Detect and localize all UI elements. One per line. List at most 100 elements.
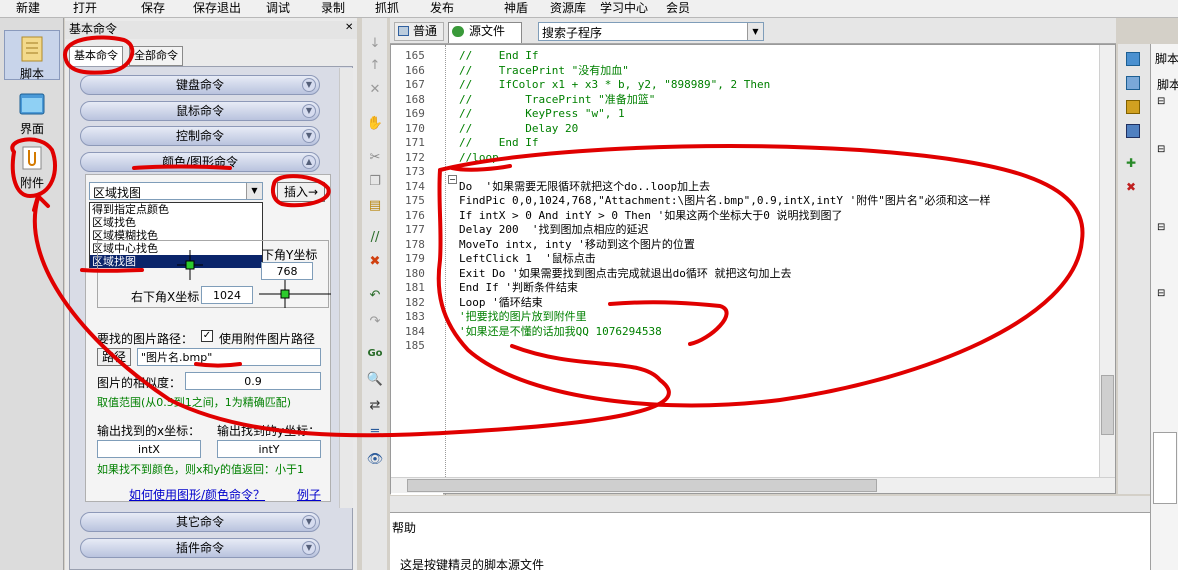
code-line[interactable]: MoveTo intx, inty '移动到这个图片的位置 xyxy=(459,238,695,252)
scrollbar-thumb[interactable] xyxy=(407,479,877,492)
sidebar-item-attachment[interactable]: 附件 xyxy=(4,140,60,190)
find-icon[interactable]: 🔍 xyxy=(366,372,384,388)
code-line[interactable]: // TracePrint "没有加血" xyxy=(459,64,629,78)
fold-toggle-icon[interactable]: − xyxy=(448,175,457,184)
tools-icon[interactable] xyxy=(1126,100,1140,114)
code-line[interactable]: // End If xyxy=(459,49,538,63)
list-icon[interactable]: ≣ xyxy=(366,426,384,442)
eye-icon[interactable]: 👁 xyxy=(366,452,384,468)
properties-icon[interactable] xyxy=(1126,76,1140,90)
tab-all-commands[interactable]: 全部命令 xyxy=(129,46,183,66)
menu-record[interactable]: 录制 xyxy=(321,1,345,15)
dropdown-option[interactable]: 得到指定点颜色 xyxy=(90,203,262,216)
menu-shield[interactable]: 神盾 xyxy=(504,1,528,15)
category-keyboard[interactable]: 键盘命令 ▼ xyxy=(80,75,320,95)
undo-icon[interactable]: ↶ xyxy=(366,288,384,304)
editor-horizontal-scrollbar[interactable] xyxy=(391,477,1115,493)
code-line[interactable]: If intX > 0 And intY > 0 Then '如果这两个坐标大于… xyxy=(459,209,843,223)
example-link[interactable]: 例子 xyxy=(297,486,321,503)
hand-icon[interactable]: ✋ xyxy=(366,116,384,132)
panel-scrollbar[interactable] xyxy=(339,68,353,508)
code-line[interactable]: // KeyPress "w", 1 xyxy=(459,107,625,121)
code-line[interactable]: Loop '循环结束 xyxy=(459,296,543,310)
code-line[interactable]: LeftClick 1 '鼠标点击 xyxy=(459,252,596,266)
tab-source-view[interactable]: 源文件 xyxy=(448,22,522,43)
use-attachment-checkbox[interactable]: ✓ xyxy=(201,330,213,342)
sidebar-item-script[interactable]: 脚本 xyxy=(4,30,60,81)
similarity-input[interactable] xyxy=(185,372,321,390)
replace-icon[interactable]: ⇄ xyxy=(366,398,384,414)
category-mouse[interactable]: 鼠标命令 ▼ xyxy=(80,101,320,121)
category-control[interactable]: 控制命令 ▼ xyxy=(80,126,320,146)
delete-icon[interactable]: ✕ xyxy=(366,82,384,98)
subroutine-search-select[interactable]: 搜索子程序 ▼ xyxy=(538,22,764,41)
code-line[interactable]: Delay 200 '找到图加点相应的延迟 xyxy=(459,223,648,237)
menu-member[interactable]: 会员 xyxy=(666,1,690,15)
code-line[interactable]: // Delay 20 xyxy=(459,122,578,136)
code-line[interactable]: Do '如果需要无限循环就把这个do..loop加上去 xyxy=(459,180,710,194)
menu-capture[interactable]: 抓抓 xyxy=(375,1,399,15)
chevron-down-icon[interactable]: ▼ xyxy=(747,23,763,40)
code-line[interactable]: // TracePrint "准备加篮" xyxy=(459,93,655,107)
uncomment-icon[interactable]: ✖ xyxy=(366,254,384,270)
menu-publish[interactable]: 发布 xyxy=(430,1,454,15)
code-line[interactable]: '把要找的图片放到附件里 xyxy=(459,310,587,324)
code-editor[interactable]: 165 166 167 168 169 170 171 172 173 174 175 176 177 1… xyxy=(390,44,1116,495)
crosshair-icon[interactable] xyxy=(259,280,331,308)
tab-basic-commands[interactable]: 基本命令 xyxy=(69,46,123,66)
remove-icon[interactable]: ✖ xyxy=(1126,180,1136,194)
command-select[interactable]: 区域找图 ▼ xyxy=(89,182,263,200)
tab-normal-view[interactable]: 普通 xyxy=(394,22,444,41)
code-line[interactable]: //loop xyxy=(459,151,499,165)
menu-resources[interactable]: 资源库 xyxy=(550,1,586,15)
tree-expand-icon[interactable]: ⊟ xyxy=(1157,96,1165,107)
goto-icon[interactable]: Go xyxy=(366,346,384,362)
normal-view-icon xyxy=(398,26,409,36)
output-x-input[interactable] xyxy=(97,440,201,458)
menu-new[interactable]: 新建 xyxy=(16,1,40,15)
path-button[interactable]: 路径 xyxy=(97,348,131,366)
scrollbar-thumb[interactable] xyxy=(1101,375,1114,435)
code-line[interactable]: Exit Do '如果需要找到图点击完成就退出do循环 就把这句加上去 xyxy=(459,267,791,281)
cut-icon[interactable]: ✂ xyxy=(366,150,384,166)
redo-icon[interactable]: ↷ xyxy=(366,314,384,330)
puzzle-icon[interactable] xyxy=(1126,124,1140,138)
crosshair-icon[interactable] xyxy=(177,250,203,280)
tree-expand-icon[interactable]: ⊟ xyxy=(1157,288,1165,299)
editor-vertical-scrollbar[interactable] xyxy=(1099,45,1115,479)
pin-icon[interactable]: ✕ xyxy=(345,22,353,33)
menu-save[interactable]: 保存 xyxy=(141,1,165,15)
image-path-input[interactable] xyxy=(137,348,321,366)
code-line[interactable]: FindPic 0,0,1024,768,"Attachment:\图片名.bm… xyxy=(459,194,991,208)
code-line[interactable]: // End If xyxy=(459,136,538,150)
category-color-image[interactable]: 颜色/图形命令 ▲ xyxy=(80,152,320,172)
tree-expand-icon[interactable]: ⊟ xyxy=(1157,222,1165,233)
document-icon[interactable] xyxy=(1126,52,1140,66)
comment-icon[interactable]: // xyxy=(366,230,384,246)
dropdown-option[interactable]: 区域找色 xyxy=(90,216,262,229)
menu-debug[interactable]: 调试 xyxy=(266,1,290,15)
tree-expand-icon[interactable]: ⊟ xyxy=(1157,144,1165,155)
category-plugin[interactable]: 插件命令 ▼ xyxy=(80,538,320,558)
sidebar-item-interface[interactable]: 界面 xyxy=(4,86,60,136)
category-label: 控制命令 xyxy=(175,129,224,143)
insert-button[interactable]: 插入→ xyxy=(277,182,325,202)
bottom-right-y-input[interactable] xyxy=(261,262,313,280)
code-line[interactable]: End If '判断条件结束 xyxy=(459,281,578,295)
category-other[interactable]: 其它命令 ▼ xyxy=(80,512,320,532)
arrow-up-icon[interactable]: ↑ xyxy=(366,58,384,74)
help-link[interactable]: 如何使用图形/颜色命令？ xyxy=(129,486,265,503)
category-label: 鼠标命令 xyxy=(175,104,224,118)
arrow-down-icon[interactable]: ↓ xyxy=(366,36,384,52)
code-line[interactable]: // IfColor x1 + x3 * b, y2, "898989", 2 … xyxy=(459,78,770,92)
bottom-right-x-input[interactable] xyxy=(201,286,253,304)
output-y-input[interactable] xyxy=(217,440,321,458)
menu-open[interactable]: 打开 xyxy=(73,1,97,15)
menu-learning-center[interactable]: 学习中心 xyxy=(600,1,648,15)
copy-icon[interactable]: ❐ xyxy=(366,174,384,190)
code-line[interactable]: '如果还是不懂的话加我QQ 1076294538 xyxy=(459,325,662,339)
chevron-down-icon[interactable]: ▼ xyxy=(246,183,262,199)
menu-save-exit[interactable]: 保存退出 xyxy=(193,1,241,15)
paste-icon[interactable]: ▤ xyxy=(366,198,384,214)
add-icon[interactable]: ✚ xyxy=(1126,156,1136,170)
